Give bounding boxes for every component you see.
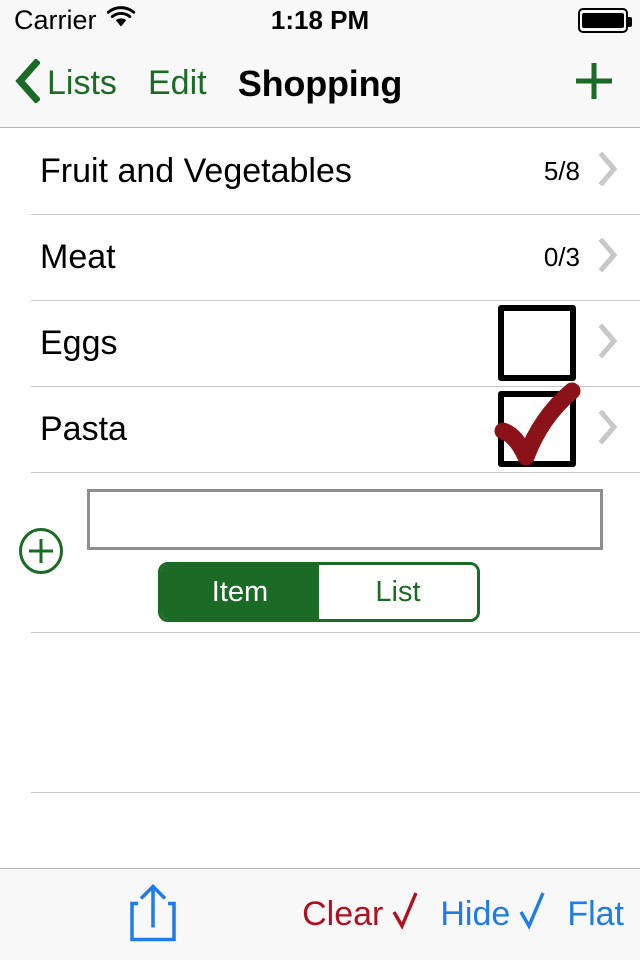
list-row-sublist[interactable]: Fruit and Vegetables 5/8 (0, 128, 640, 214)
chevron-right-icon (598, 322, 618, 363)
checkmark-icon (519, 890, 545, 939)
list-row-count: 0/3 (543, 241, 580, 272)
battery-fill (582, 12, 624, 28)
page-title: Shopping (237, 62, 403, 104)
segment-item[interactable]: Item (161, 565, 319, 619)
list-row-title: Eggs (40, 323, 118, 362)
list-row-item[interactable]: Eggs (0, 300, 640, 386)
checkbox-box (498, 305, 576, 381)
checkmark-icon (392, 890, 418, 939)
list-row-sublist[interactable]: Meat 0/3 (0, 214, 640, 300)
new-item-input[interactable] (87, 489, 603, 550)
empty-row (0, 632, 640, 712)
segment-list[interactable]: List (319, 565, 477, 619)
checkbox-checked[interactable] (494, 382, 581, 467)
type-segmented-control[interactable]: Item List (158, 562, 480, 622)
hide-button[interactable]: Hide (440, 890, 545, 939)
flat-button[interactable]: Flat (567, 895, 624, 934)
status-bar-right (578, 0, 632, 40)
add-button[interactable] (564, 40, 624, 127)
chevron-right-icon (598, 236, 618, 277)
list-row-count: 5/8 (543, 155, 580, 186)
clear-button-label: Clear (302, 895, 384, 933)
hide-button-label: Hide (440, 895, 511, 933)
chevron-right-icon (598, 408, 618, 449)
empty-row (0, 792, 640, 872)
share-button[interactable] (126, 881, 180, 948)
checkbox-unchecked[interactable] (498, 305, 576, 381)
status-bar-time: 1:18 PM (270, 4, 370, 35)
toolbar-actions: Clear Hide Flat (302, 869, 624, 960)
list-row-title: Meat (40, 237, 116, 276)
checkbox-box (498, 391, 576, 467)
list-row-title: Pasta (40, 409, 127, 448)
add-item-row: Item List (0, 472, 640, 632)
plus-icon (570, 57, 618, 110)
navigation-bar: Lists Edit Shopping (0, 40, 640, 128)
plus-circle-icon[interactable] (18, 528, 64, 574)
list-row-item[interactable]: Pasta (0, 382, 640, 472)
app-screen: Carrier 1:18 PM Lists Edit Shopping Frui… (0, 0, 640, 960)
chevron-right-icon (598, 150, 618, 191)
clear-button[interactable]: Clear (302, 890, 418, 939)
list-row-title: Fruit and Vegetables (40, 151, 352, 190)
battery-full-icon (578, 7, 632, 33)
empty-row (0, 712, 640, 792)
status-bar: Carrier 1:18 PM (0, 0, 640, 40)
list-table: Fruit and Vegetables 5/8 Meat 0/3 Eggs P… (0, 128, 640, 952)
share-icon (126, 883, 180, 947)
bottom-toolbar: Clear Hide Flat (0, 868, 640, 960)
